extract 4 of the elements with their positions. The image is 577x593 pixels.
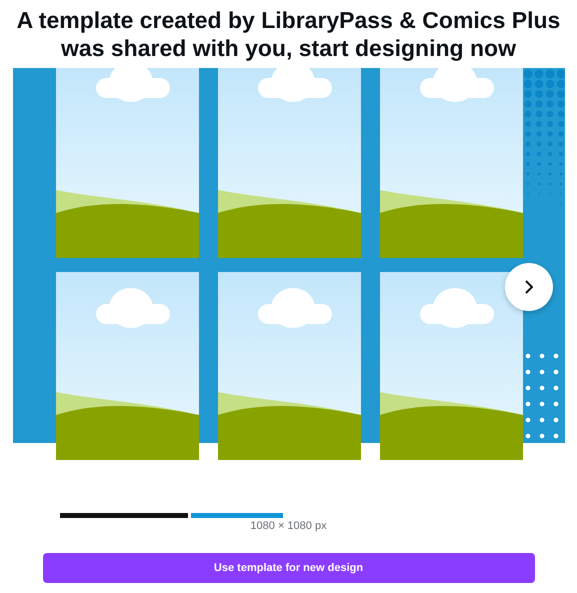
chevron-right-icon xyxy=(524,280,532,294)
use-template-button[interactable]: Use template for new design xyxy=(42,553,534,583)
heading: A template created by LibraryPass & Comics Plus was shared with you, start designing now xyxy=(16,6,562,62)
dimensions-label: 1080 × 1080 px xyxy=(250,520,327,532)
